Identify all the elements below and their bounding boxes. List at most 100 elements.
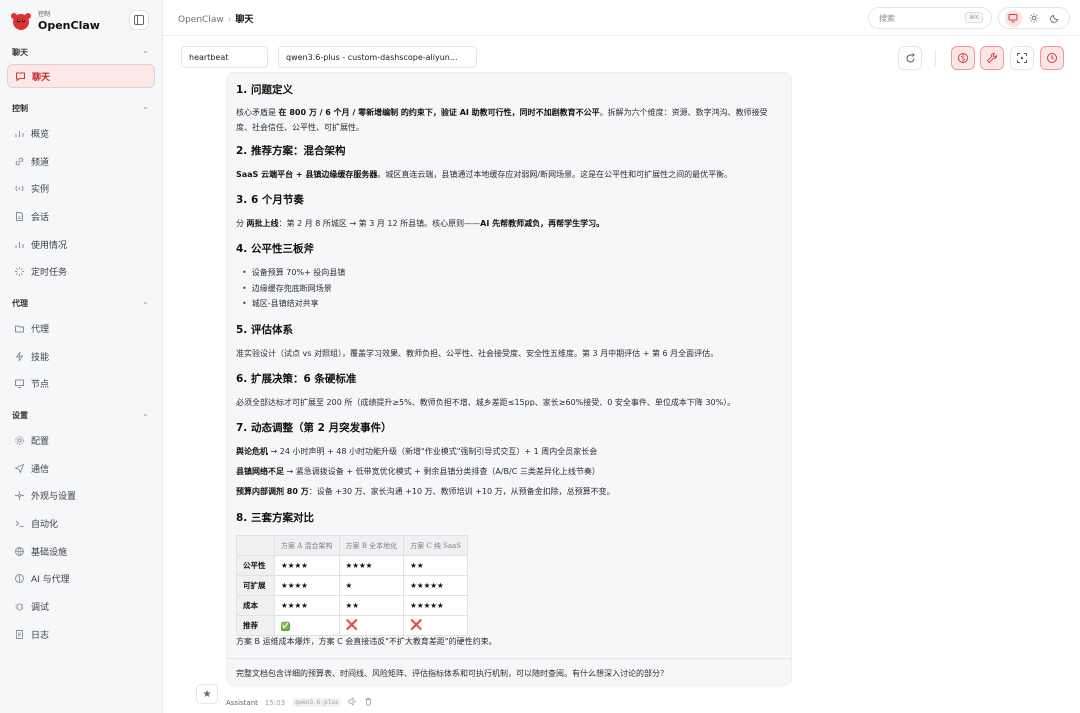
sidebar-item-label: 代理	[31, 324, 50, 335]
table-cell: ❌	[403, 615, 469, 636]
table-row: 成本 ★★★★ ★★ ★★★★★	[236, 595, 469, 616]
sidebar-item-label: AI 与代理	[31, 574, 70, 585]
sidebar-item-debug[interactable]: 调试	[7, 594, 155, 618]
sidebar-item-usage[interactable]: 使用情况	[7, 232, 155, 256]
speaker-icon[interactable]	[348, 697, 357, 708]
chevron-down-icon[interactable]: ⌄	[142, 102, 149, 111]
paragraph-evaluation: 准实验设计（试点 vs 对照组），覆盖学习效果、教师负担、公平性、社会接受度、安…	[236, 349, 719, 358]
focus-button[interactable]	[1010, 46, 1034, 70]
moon-icon	[1049, 14, 1058, 23]
sidebar-item-logs[interactable]: 日志	[7, 622, 155, 646]
sidebar-item-agents[interactable]: 代理	[7, 316, 155, 340]
gear-icon	[13, 434, 25, 446]
sun-icon	[1029, 13, 1039, 23]
brand[interactable]: 控制 OpenClaw	[10, 9, 100, 33]
table-cell: ★★★★★	[403, 595, 469, 616]
paragraph-footer: 完整文档包含详细的预算表、时间线、风险矩阵、评估指标体系和可执行机制，可以随时查…	[236, 669, 668, 678]
refresh-button[interactable]	[898, 46, 922, 70]
table-cell: ★★★★	[274, 575, 340, 596]
send-icon	[13, 462, 25, 474]
paragraph-dynamic-2: 县镇网络不足 → 紧急调拨设备 + 低带宽优化模式 + 剩余县镇分类排查（A/B…	[236, 467, 600, 476]
sidebar-item-label: 基础设施	[31, 547, 68, 558]
sidebar-item-overview[interactable]: 概览	[7, 121, 155, 145]
sidebar-item-automation[interactable]: 自动化	[7, 511, 155, 535]
session-select[interactable]: heartbeat	[181, 46, 268, 68]
star-button[interactable]: ★	[196, 684, 218, 704]
comparison-table: 方案 A 混合架构 方案 B 全本地化 方案 C 纯 SaaS 公平性 ★★★★…	[236, 535, 469, 636]
monitor-icon	[13, 377, 25, 389]
list-item: 边缘缓存兜底断网场景	[242, 283, 332, 294]
sidebar-item-label: 会话	[31, 212, 50, 223]
session-value: heartbeat	[189, 52, 229, 62]
brand-subtitle: 控制	[38, 10, 51, 18]
table-cell: ★★★★	[274, 595, 340, 616]
sidebar-item-label: 频道	[31, 157, 50, 168]
sidebar-item-infrastructure[interactable]: 基础设施	[7, 539, 155, 563]
search-input[interactable]: 搜索 ⌘K	[868, 7, 992, 29]
breadcrumb-root[interactable]: OpenClaw	[178, 15, 224, 25]
model-select[interactable]: qwen3.6-plus - custom-dashscope-aliyun..…	[278, 46, 477, 68]
assistant-message: 1. 问题定义 核心矛盾是 在 800 万 / 6 个月 / 零新增编制 的约束…	[226, 72, 792, 686]
folder-icon	[13, 322, 25, 334]
sidebar-item-nodes[interactable]: 节点	[7, 371, 155, 395]
sidebar-item-sessions[interactable]: 会话	[7, 204, 155, 228]
section-title-control: 控制	[12, 104, 28, 113]
table-header-row: 方案 A 混合架构 方案 B 全本地化 方案 C 纯 SaaS	[236, 535, 469, 556]
theme-light-button[interactable]	[1025, 10, 1042, 27]
focus-icon	[1017, 53, 1027, 63]
heading-dynamic: 7. 动态调整（第 2 月突发事件）	[236, 422, 392, 434]
sidebar-item-label: 外观与设置	[31, 491, 77, 502]
table-header: 方案 C 纯 SaaS	[403, 535, 469, 556]
theme-system-button[interactable]	[1004, 9, 1022, 27]
theme-dark-button[interactable]	[1046, 10, 1063, 27]
sidebar-item-cron[interactable]: 定时任务	[7, 259, 155, 283]
section-title-settings: 设置	[12, 411, 28, 420]
table-cell: ★★★★	[274, 555, 340, 576]
paragraph-solution: SaaS 云端平台 + 县镇边缘缓存服务器。城区直连云端，县镇通过本地缓存应对弱…	[236, 170, 733, 179]
brain-icon	[958, 53, 968, 63]
wrench-icon	[986, 53, 997, 64]
list-item: 城区-县镇结对共享	[242, 298, 319, 309]
cross-icon: ❌	[410, 620, 423, 631]
thinking-toggle-button[interactable]	[951, 46, 975, 70]
search-placeholder: 搜索	[879, 13, 895, 23]
terminal-icon	[13, 517, 25, 529]
sidebar-item-ai-agents[interactable]: AI 与代理	[7, 566, 155, 590]
trash-icon[interactable]	[364, 697, 373, 708]
bug-icon	[13, 600, 25, 612]
tools-button[interactable]	[980, 46, 1004, 70]
sidebar-item-instances[interactable]: 实例	[7, 176, 155, 200]
message-meta: Assistant 15:03 qwen3.6-plus	[226, 697, 373, 708]
sidebar-item-chat[interactable]: 聊天	[7, 64, 155, 88]
globe-icon	[13, 545, 25, 557]
file-icon	[13, 628, 25, 640]
refresh-icon	[906, 52, 915, 62]
sidebar-collapse-button[interactable]	[129, 10, 149, 30]
bar-chart-icon	[13, 127, 25, 139]
table-cell: ★★★★★	[403, 575, 469, 596]
brain-icon	[13, 572, 25, 584]
sidebar-item-communication[interactable]: 通信	[7, 456, 155, 480]
sidebar-item-label: 节点	[31, 379, 50, 390]
chevron-down-icon[interactable]: ⌄	[142, 409, 149, 418]
chevron-down-icon[interactable]: ⌄	[142, 46, 149, 55]
paragraph-problem: 核心矛盾是 在 800 万 / 6 个月 / 零新增编制 的约束下，验证 AI …	[236, 108, 768, 132]
table-row-label: 成本	[236, 595, 275, 616]
section-title-agents: 代理	[12, 299, 28, 308]
paragraph-dynamic-1: 舆论危机 → 24 小时声明 + 48 小时功能升级（新增"作业模式"强制引导式…	[236, 447, 598, 456]
history-button[interactable]	[1040, 46, 1064, 70]
sidebar-item-appearance[interactable]: 外观与设置	[7, 483, 155, 507]
sidebar-item-label: 配置	[31, 436, 50, 447]
table-cell: ★★	[338, 595, 405, 616]
paragraph-expansion: 必须全部达标才可扩展至 200 所（成绩提升≥5%、教师负担不增、城乡差距≤15…	[236, 398, 736, 407]
table-cell: ★	[338, 575, 405, 596]
star-icon: ★	[202, 688, 212, 700]
table-cell: ❌	[338, 615, 405, 636]
chevron-down-icon[interactable]: ⌄	[142, 297, 149, 306]
chat-bubble-icon	[14, 70, 26, 82]
sidebar-item-label: 技能	[31, 352, 50, 363]
sidebar-item-label: 通信	[31, 464, 50, 475]
sidebar-item-skills[interactable]: 技能	[7, 344, 155, 368]
sidebar-item-channels[interactable]: 频道	[7, 149, 155, 173]
sidebar-item-config[interactable]: 配置	[7, 428, 155, 452]
